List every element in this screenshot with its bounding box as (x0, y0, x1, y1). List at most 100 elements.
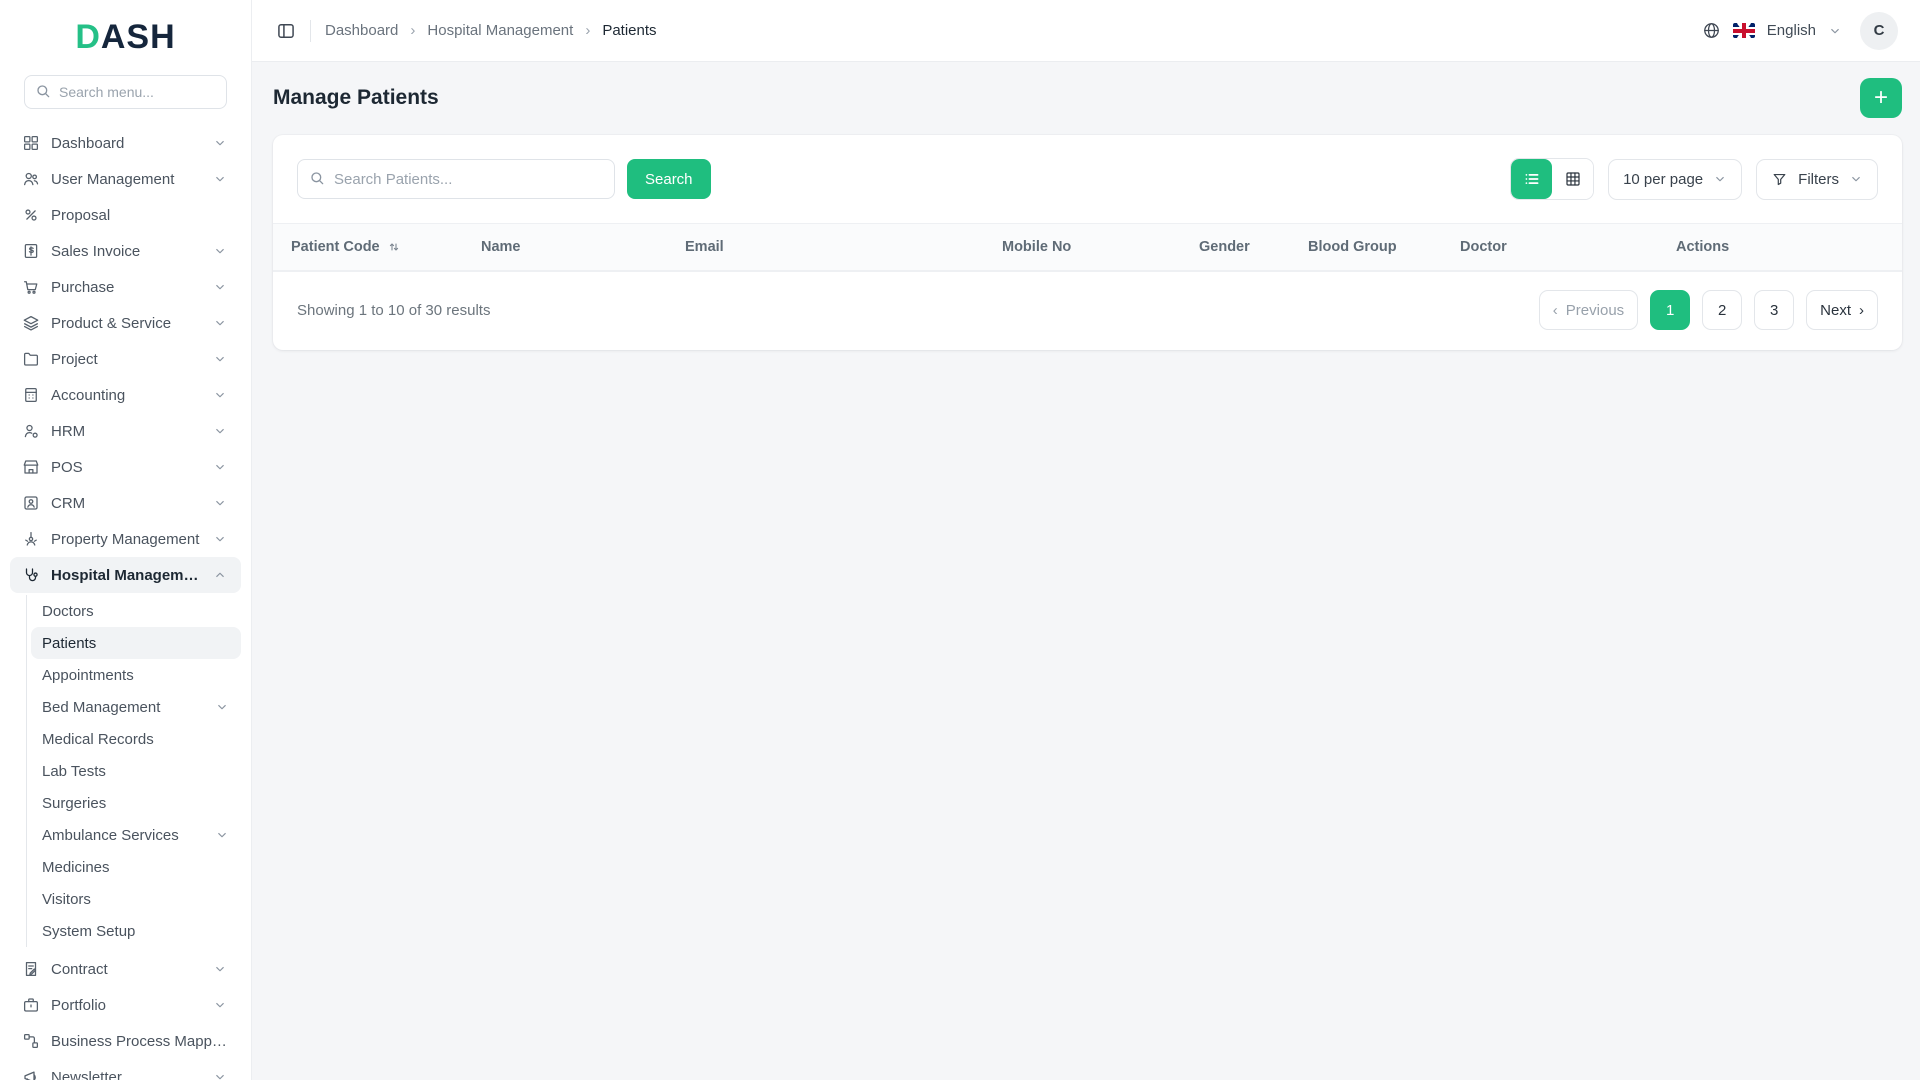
sidebar-item-label: Portfolio (51, 996, 107, 1014)
chevron-down-icon (215, 828, 229, 842)
patients-search-input[interactable] (297, 159, 615, 199)
breadcrumb-patients: Patients (602, 22, 657, 39)
sidebar-subitem-visitors[interactable]: Visitors (31, 883, 241, 915)
sidebar-item-label: User Management (51, 170, 175, 188)
chevron-right-icon: › (585, 22, 591, 39)
sidebar-item-contract[interactable]: Contract (10, 951, 241, 987)
sidebar-subitem-system-setup[interactable]: System Setup (31, 915, 241, 947)
sidebar-item-crm[interactable]: CRM (10, 485, 241, 521)
page-content: Manage Patients + Search 10 per page (252, 62, 1920, 1080)
layers-icon (22, 314, 40, 332)
sidebar-item-sales-invoice[interactable]: Sales Invoice (10, 233, 241, 269)
invoice-icon (22, 242, 40, 260)
users-icon (22, 170, 40, 188)
sidebar-subitem-patients[interactable]: Patients (31, 627, 241, 659)
sidebar-item-business-process-mappings[interactable]: Business Process Mappings (10, 1023, 241, 1059)
chevron-down-icon (213, 424, 227, 438)
patients-card: Search 10 per page Filters (273, 135, 1902, 350)
sidebar-item-dashboard[interactable]: Dashboard (10, 125, 241, 161)
dashboard-icon (22, 134, 40, 152)
topbar-divider (310, 19, 311, 42)
column-header-actions: Actions (1660, 223, 1902, 271)
sidebar-subitem-medicines[interactable]: Medicines (31, 851, 241, 883)
filters-button[interactable]: Filters (1756, 158, 1878, 200)
proposal-icon (22, 206, 40, 224)
previous-label: Previous (1565, 301, 1625, 319)
hospital-management-submenu: Doctors Patients Appointments Bed Managemen… (26, 595, 241, 947)
column-label: Blood Group (1308, 239, 1397, 255)
add-patient-button[interactable]: + (1860, 78, 1902, 118)
sidebar-subitem-label: Medicines (42, 858, 110, 876)
pos-icon (22, 458, 40, 476)
uk-flag-icon (1732, 23, 1755, 38)
breadcrumb-hospital-management[interactable]: Hospital Management (427, 22, 573, 39)
chevron-down-icon (1849, 172, 1863, 186)
column-header-gender: Gender (1183, 223, 1292, 271)
sidebar-item-label: Business Process Mappings (51, 1032, 227, 1050)
sidebar-item-pos[interactable]: POS (10, 449, 241, 485)
sidebar-subitem-ambulance-services[interactable]: Ambulance Services (31, 819, 241, 851)
results-summary: Showing 1 to 10 of 30 results (297, 301, 491, 319)
table-header: Patient Code Name Email Mobile No Gender Bloo… (273, 223, 1902, 271)
sidebar-item-user-management[interactable]: User Management (10, 161, 241, 197)
sidebar-subitem-label: Patients (42, 634, 97, 652)
column-label: Gender (1199, 239, 1250, 255)
user-avatar[interactable]: C (1860, 11, 1898, 50)
sidebar-item-hospital-management[interactable]: Hospital Management (10, 557, 241, 593)
sidebar-subitem-lab-tests[interactable]: Lab Tests (31, 755, 241, 787)
sidebar-subitem-surgeries[interactable]: Surgeries (31, 787, 241, 819)
sidebar-item-label: Purchase (51, 278, 115, 296)
sidebar-item-accounting[interactable]: Accounting (10, 377, 241, 413)
cart-icon (22, 278, 40, 296)
sidebar-item-label: Newsletter (51, 1068, 122, 1080)
search-icon (35, 83, 51, 99)
per-page-select[interactable]: 10 per page (1608, 158, 1743, 200)
sort-icon[interactable] (386, 239, 402, 255)
sidebar-search-input[interactable] (24, 75, 227, 109)
sidebar-item-label: Accounting (51, 386, 126, 404)
sidebar-item-label: Project (51, 350, 98, 368)
sidebar-item-project[interactable]: Project (10, 341, 241, 377)
topbar-right: English C (1702, 11, 1898, 50)
next-page-button[interactable]: Next › (1806, 290, 1878, 330)
sidebar-item-portfolio[interactable]: Portfolio (10, 987, 241, 1023)
search-button[interactable]: Search (627, 159, 711, 199)
grid-view-button[interactable] (1552, 159, 1594, 199)
patients-table: Patient Code Name Email Mobile No Gender Bloo… (273, 223, 1902, 271)
per-page-value: 10 per page (1623, 170, 1704, 188)
sidebar-item-hrm[interactable]: HRM (10, 413, 241, 449)
page-title: Manage Patients (273, 86, 439, 109)
sidebar-subitem-doctors[interactable]: Doctors (31, 595, 241, 627)
sidebar-subitem-label: Surgeries (42, 794, 107, 812)
brand-logo: DASH (0, 0, 251, 71)
newsletter-icon (22, 1068, 40, 1080)
process-icon (22, 1032, 40, 1050)
sidebar-search (24, 75, 227, 109)
list-view-button[interactable] (1511, 159, 1553, 199)
sidebar-item-property-management[interactable]: Property Management (10, 521, 241, 557)
previous-page-button[interactable]: ‹ Previous (1538, 290, 1639, 330)
calculator-icon (22, 386, 40, 404)
sidebar-subitem-bed-management[interactable]: Bed Management (31, 691, 241, 723)
sidebar-item-label: Property Management (51, 530, 200, 548)
brand-logo-text: ASH (100, 18, 176, 56)
page-button-1[interactable]: 1 (1650, 290, 1691, 330)
page-button-3[interactable]: 3 (1754, 290, 1795, 330)
sidebar-item-purchase[interactable]: Purchase (10, 269, 241, 305)
sidebar-subitem-medical-records[interactable]: Medical Records (31, 723, 241, 755)
breadcrumb-dashboard[interactable]: Dashboard (325, 22, 398, 39)
sidebar-toggle-icon[interactable] (276, 21, 296, 41)
page-button-2[interactable]: 2 (1702, 290, 1743, 330)
language-selector[interactable]: English (1767, 22, 1816, 39)
sidebar-item-product-and-service[interactable]: Product & Service (10, 305, 241, 341)
hospital-icon (22, 566, 40, 584)
chevron-right-icon: › (410, 22, 416, 39)
column-label: Mobile No (1002, 239, 1072, 255)
sidebar-item-label: Hospital Management (51, 566, 202, 584)
globe-icon[interactable] (1702, 21, 1721, 40)
sidebar-item-proposal[interactable]: Proposal (10, 197, 241, 233)
sidebar-item-newsletter[interactable]: Newsletter (10, 1059, 241, 1080)
sidebar-subitem-appointments[interactable]: Appointments (31, 659, 241, 691)
card-toolbar: Search 10 per page Filters (273, 135, 1902, 223)
contract-icon (22, 960, 40, 978)
